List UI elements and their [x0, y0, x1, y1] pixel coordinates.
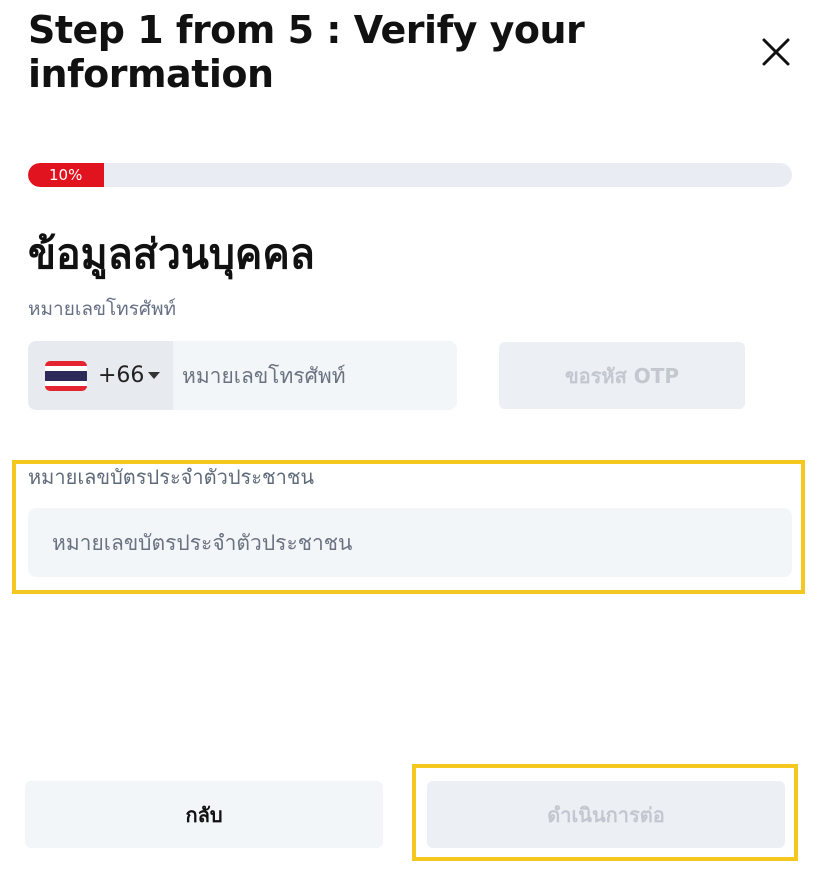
id-card-input[interactable]: [28, 508, 792, 577]
progress-bar: [28, 163, 792, 187]
progress-label: 10%: [49, 166, 83, 184]
id-card-label: หมายเลขบัตรประจำตัวประชาชน: [28, 465, 315, 489]
request-otp-button[interactable]: ขอรหัส OTP: [499, 342, 745, 409]
section-heading: ข้อมูลส่วนบุคคล: [28, 230, 315, 278]
close-icon: [762, 38, 790, 66]
phone-field-group: +66: [28, 341, 457, 410]
continue-button[interactable]: ดำเนินการต่อ: [427, 781, 785, 848]
page-title: Step 1 from 5 : Verify your information: [28, 8, 585, 96]
phone-input[interactable]: [173, 341, 457, 410]
dial-code: +66: [98, 363, 145, 388]
back-button[interactable]: กลับ: [25, 781, 383, 848]
close-button[interactable]: [756, 32, 796, 72]
thailand-flag-icon: [45, 361, 87, 391]
caret-down-icon: [148, 372, 160, 379]
country-code-select[interactable]: +66: [28, 341, 173, 410]
verify-information-page: Step 1 from 5 : Verify your information …: [0, 0, 824, 869]
phone-label: หมายเลขโทรศัพท์: [28, 298, 177, 320]
